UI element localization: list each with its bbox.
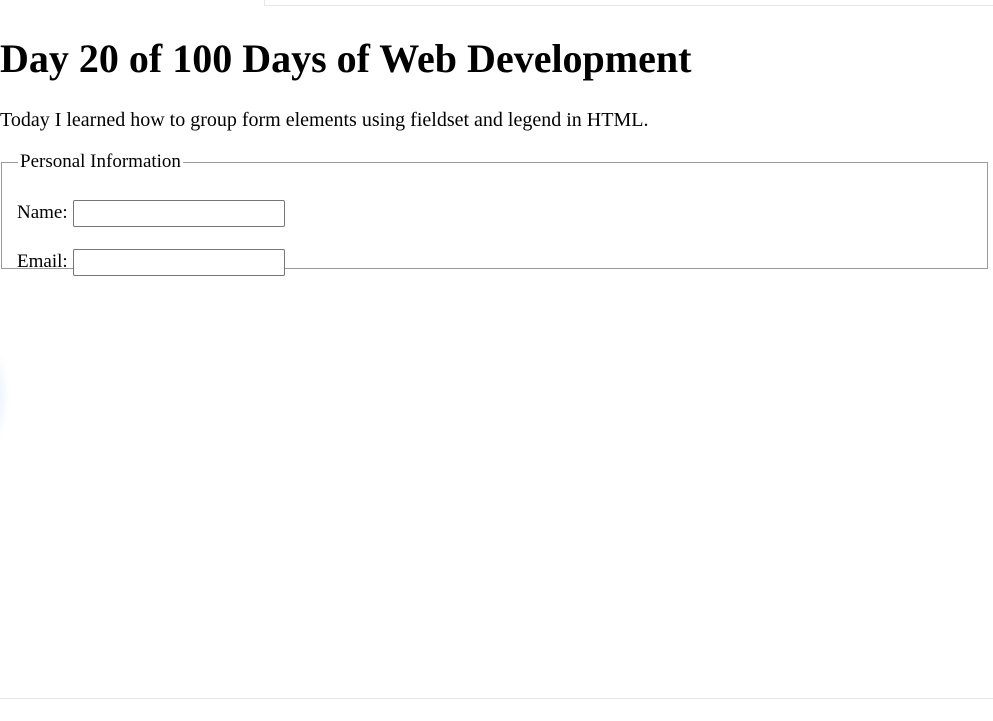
name-label: Name: xyxy=(17,202,68,223)
left-edge-highlight xyxy=(0,348,10,444)
personal-information-fieldset: Personal Information Name: Email: xyxy=(1,151,988,276)
intro-text: Today I learned how to group form elemen… xyxy=(0,109,649,131)
name-input[interactable] xyxy=(72,199,285,227)
name-field-row: Name: xyxy=(17,199,285,227)
email-input[interactable] xyxy=(72,248,285,276)
page-title: Day 20 of 100 Days of Web Development xyxy=(0,36,692,81)
top-divider xyxy=(264,0,993,6)
email-field-row: Email: xyxy=(17,248,285,276)
fieldset-legend: Personal Information xyxy=(20,151,181,172)
bottom-divider xyxy=(0,698,993,699)
email-label: Email: xyxy=(17,251,68,272)
